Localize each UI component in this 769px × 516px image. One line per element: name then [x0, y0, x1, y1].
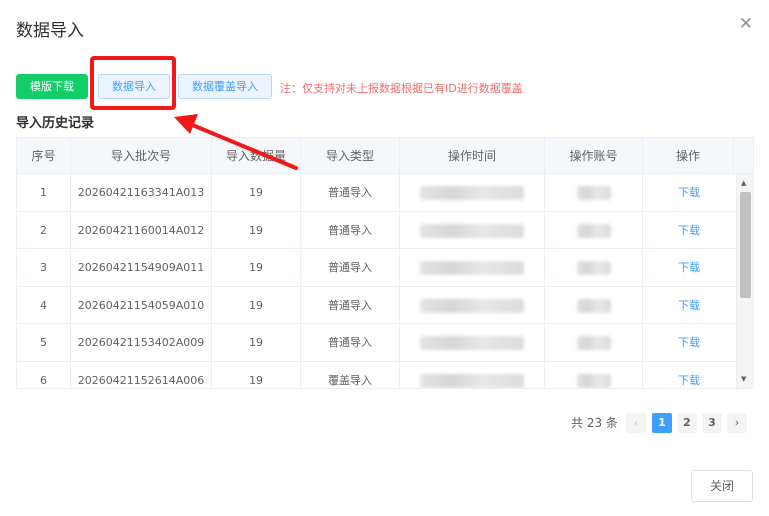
table-row: 3 20260421154909A011 19 普通导入 下载: [17, 249, 737, 287]
import-count: 19: [212, 286, 301, 324]
row-index: 5: [17, 324, 71, 361]
column-header: 操作账号: [545, 138, 643, 174]
import-count: 19: [212, 249, 301, 286]
operator-account-redacted: [545, 249, 643, 286]
import-note: 注：仅支持对未上报数据根据已有ID进行数据覆盖: [280, 82, 523, 95]
import-count: 19: [212, 174, 301, 211]
import-dialog: 数据导入 ✕ 模版下载 数据导入 数据覆盖导入 注：仅支持对未上报数据根据已有I…: [0, 0, 769, 516]
column-header: 操作: [643, 138, 734, 174]
import-type: 普通导入: [301, 249, 400, 286]
batch-number: 20260421152614A006: [71, 361, 212, 388]
batch-number: 20260421163341A013: [71, 174, 212, 211]
batch-number: 20260421154909A011: [71, 249, 212, 286]
page-button-2[interactable]: 2: [677, 413, 697, 433]
operator-account-redacted: [545, 174, 643, 211]
operator-account-redacted: [545, 211, 643, 249]
download-link[interactable]: 下载: [678, 299, 700, 312]
import-count: 19: [212, 211, 301, 249]
scroll-up-icon[interactable]: ▲: [741, 179, 746, 187]
import-type: 普通导入: [301, 324, 400, 361]
import-count: 19: [212, 324, 301, 361]
operation-time-redacted: [400, 174, 545, 211]
batch-number: 20260421154059A010: [71, 286, 212, 324]
download-link[interactable]: 下载: [678, 261, 700, 274]
import-count: 19: [212, 361, 301, 388]
page-button-3[interactable]: 3: [702, 413, 722, 433]
import-type: 覆盖导入: [301, 361, 400, 388]
download-link[interactable]: 下载: [678, 336, 700, 349]
download-link[interactable]: 下载: [678, 186, 700, 199]
column-header-gutter: [734, 138, 753, 174]
row-index: 6: [17, 361, 71, 388]
download-cell: 下载: [643, 174, 735, 211]
table-row: 4 20260421154059A010 19 普通导入 下载: [17, 286, 737, 324]
download-link[interactable]: 下载: [678, 224, 700, 237]
batch-number: 20260421153402A009: [71, 324, 212, 361]
table-row: 1 20260421163341A013 19 普通导入 下载: [17, 174, 737, 212]
close-icon[interactable]: ✕: [739, 14, 753, 34]
row-index: 3: [17, 249, 71, 286]
column-header: 导入批次号: [71, 138, 212, 174]
row-index: 4: [17, 286, 71, 324]
scroll-down-icon[interactable]: ▼: [741, 375, 746, 383]
import-type: 普通导入: [301, 211, 400, 249]
template-download-button[interactable]: 模版下载: [16, 74, 88, 99]
chevron-right-icon[interactable]: ›: [727, 413, 747, 433]
operation-time-redacted: [400, 286, 545, 324]
batch-number: 20260421160014A012: [71, 211, 212, 249]
data-cover-import-button[interactable]: 数据覆盖导入: [178, 74, 272, 99]
history-title: 导入历史记录: [16, 116, 95, 131]
table-row: 2 20260421160014A012 19 普通导入 下载: [17, 211, 737, 249]
chevron-left-icon[interactable]: ‹: [626, 413, 646, 433]
row-index: 1: [17, 174, 71, 211]
operation-time-redacted: [400, 211, 545, 249]
scrollbar-thumb[interactable]: [740, 192, 751, 298]
data-import-button[interactable]: 数据导入: [98, 74, 170, 99]
download-cell: 下载: [643, 212, 735, 249]
column-header: 序号: [17, 138, 71, 174]
table-row: 5 20260421153402A009 19 普通导入 下载: [17, 324, 737, 362]
pagination-total: 共 23 条: [571, 416, 618, 430]
table-row: 6 20260421152614A006 19 覆盖导入 下载: [17, 361, 737, 389]
close-button[interactable]: 关闭: [691, 470, 753, 502]
operation-time-redacted: [400, 249, 545, 286]
column-header: 导入类型: [301, 138, 400, 174]
download-link[interactable]: 下载: [678, 374, 700, 387]
download-cell: 下载: [643, 362, 735, 389]
operation-time-redacted: [400, 361, 545, 388]
column-header: 导入数据量: [212, 138, 301, 174]
operator-account-redacted: [545, 361, 643, 388]
operator-account-redacted: [545, 286, 643, 324]
page-button-1[interactable]: 1: [652, 413, 672, 433]
operator-account-redacted: [545, 324, 643, 361]
table-header: 序号 导入批次号 导入数据量 导入类型 操作时间 操作账号 操作: [17, 138, 753, 174]
import-type: 普通导入: [301, 286, 400, 324]
download-cell: 下载: [643, 287, 735, 324]
table-body: 1 20260421163341A013 19 普通导入 下载 2 202604…: [17, 174, 737, 389]
column-header: 操作时间: [400, 138, 545, 174]
download-cell: 下载: [643, 324, 735, 361]
table-scrollbar[interactable]: ▲ ▼: [736, 174, 753, 388]
dialog-title: 数据导入: [16, 21, 84, 41]
history-table: 序号 导入批次号 导入数据量 导入类型 操作时间 操作账号 操作 1 20260…: [16, 137, 754, 389]
import-type: 普通导入: [301, 174, 400, 211]
row-index: 2: [17, 211, 71, 249]
download-cell: 下载: [643, 249, 735, 286]
operation-time-redacted: [400, 324, 545, 361]
